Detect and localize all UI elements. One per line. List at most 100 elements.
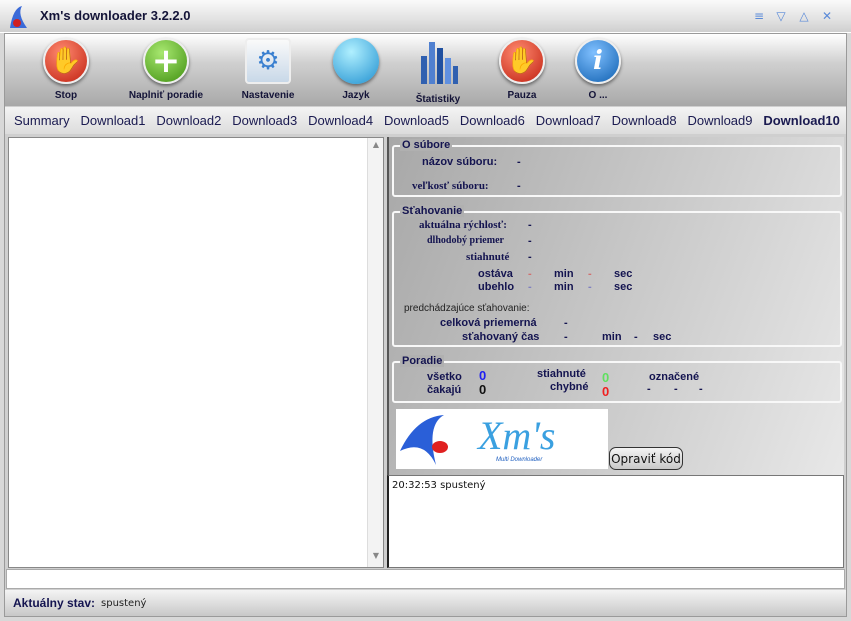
button-label: O ...: [588, 90, 608, 101]
queue-group: Poradie všetko 0 čakajú 0 stiahnuté 0 ch…: [392, 355, 842, 403]
settings-button[interactable]: ⚙ Nastavenie: [223, 38, 313, 104]
log-line: 20:32:53 spustený: [392, 480, 486, 491]
close-button[interactable]: ✕: [820, 9, 834, 23]
average-label: dlhodobý priemer: [427, 235, 504, 246]
minimize-button[interactable]: ▽: [774, 9, 788, 23]
about-button[interactable]: i O ...: [553, 38, 643, 104]
elapsed-min: -: [528, 281, 532, 293]
fill-queue-button[interactable]: + Naplniť poradie: [121, 38, 211, 104]
tab-download4[interactable]: Download4: [308, 113, 373, 128]
waiting-value: 0: [479, 382, 487, 397]
remaining-sec: -: [588, 268, 592, 280]
tab-summary[interactable]: Summary: [14, 113, 70, 128]
tab-download8[interactable]: Download8: [612, 113, 677, 128]
tab-download3[interactable]: Download3: [232, 113, 297, 128]
failed-value: 0: [602, 384, 610, 399]
app-logo-icon: [10, 6, 27, 28]
button-label: Stop: [54, 90, 78, 101]
button-label: Naplniť poradie: [128, 90, 204, 101]
min-label: min: [602, 331, 622, 343]
pause-hand-icon: ✋: [499, 38, 545, 84]
svg-text:Multi Downloader: Multi Downloader: [496, 457, 543, 463]
total-average-label: celková priemerná: [440, 317, 537, 329]
log-output[interactable]: 20:32:53 spustený: [387, 475, 844, 568]
min-label: min: [554, 281, 574, 293]
tab-download1[interactable]: Download1: [80, 113, 145, 128]
maximize-button[interactable]: △: [797, 9, 811, 23]
sec-label: sec: [653, 331, 672, 343]
min-label: min: [554, 268, 574, 280]
marked-value: -: [647, 383, 651, 395]
remaining-label: ostáva: [478, 268, 513, 280]
title-bar: Xm's downloader 3.2.2.0 ≡ ▽ △ ✕: [0, 0, 851, 33]
xms-logo: Xm's Multi Downloader: [396, 409, 608, 469]
previous-download-label: predchádzajúce sťahovanie:: [404, 303, 530, 314]
marked-label: označené: [649, 371, 700, 383]
file-size-label: veľkosť súboru:: [412, 180, 489, 192]
fix-code-button[interactable]: Opraviť kód: [609, 447, 683, 470]
statistics-button[interactable]: Štatistiky: [393, 38, 483, 105]
logo-graphic-icon: Xm's Multi Downloader: [400, 413, 555, 465]
tab-download2[interactable]: Download2: [156, 113, 221, 128]
info-icon: i: [575, 38, 621, 84]
sec-label: sec: [614, 268, 633, 280]
downloaded-count-value: 0: [602, 370, 610, 385]
tab-download5[interactable]: Download5: [384, 113, 449, 128]
button-label: Jazyk: [342, 90, 370, 101]
plus-icon: +: [143, 38, 189, 84]
scroll-up-icon[interactable]: ▲: [368, 140, 384, 154]
download-list[interactable]: ▲ ▼: [8, 137, 384, 568]
settings-gear-icon: ⚙: [245, 38, 291, 84]
file-size-value: -: [517, 180, 521, 192]
tab-bar: Summary Download1 Download2 Download3 Do…: [5, 107, 846, 134]
toolbar: ✋ Stop + Naplniť poradie ⚙ Nastavenie Jazyk…: [5, 34, 846, 106]
all-label: všetko: [427, 371, 462, 383]
downloaded-label: stiahnuté: [466, 251, 510, 263]
sec-label: sec: [614, 281, 633, 293]
speed-value: -: [528, 219, 532, 231]
button-label: Nastavenie: [241, 90, 295, 101]
tab-download10[interactable]: Download10: [763, 113, 840, 128]
language-button[interactable]: Jazyk: [311, 38, 401, 104]
group-title: O súbore: [400, 139, 453, 151]
elapsed-label: ubehlo: [478, 281, 515, 293]
window-title: Xm's downloader 3.2.2.0: [40, 8, 191, 23]
stop-button[interactable]: ✋ Stop: [21, 38, 111, 104]
speech-bubble-icon: [333, 38, 379, 84]
marked-value: -: [674, 383, 678, 395]
download-time-min: -: [564, 331, 568, 343]
bar-chart-icon: [421, 42, 458, 84]
average-value: -: [528, 235, 532, 247]
file-name-label: názov súboru:: [422, 156, 498, 168]
file-group: O súbore názov súboru: - veľkosť súboru:…: [392, 139, 842, 197]
svg-text:Xm's: Xm's: [476, 413, 555, 458]
stop-hand-icon: ✋: [43, 38, 89, 84]
download-group: Sťahovanie aktuálna rýchlosť: - dlhodobý…: [392, 205, 842, 347]
button-label: Štatistiky: [415, 94, 461, 105]
waiting-label: čakajú: [427, 384, 462, 396]
total-average-value: -: [564, 317, 568, 329]
tab-download6[interactable]: Download6: [460, 113, 525, 128]
downloaded-value: -: [528, 251, 532, 263]
status-bar: Aktuálny stav: spustený: [5, 590, 846, 616]
all-value: 0: [479, 368, 487, 383]
failed-label: chybné: [550, 381, 589, 393]
menu-icon[interactable]: ≡: [752, 9, 766, 23]
download-time-label: sťahovaný čas: [462, 331, 540, 343]
marked-value: -: [699, 383, 703, 395]
scroll-down-icon[interactable]: ▼: [368, 551, 384, 565]
status-label: Aktuálny stav:: [13, 596, 96, 610]
vertical-scrollbar[interactable]: ▲ ▼: [367, 138, 383, 567]
elapsed-sec: -: [588, 281, 592, 293]
group-title: Sťahovanie: [400, 205, 465, 217]
tab-download9[interactable]: Download9: [687, 113, 752, 128]
group-title: Poradie: [400, 355, 445, 367]
command-input[interactable]: [6, 569, 845, 589]
speed-label: aktuálna rýchlosť:: [419, 219, 507, 231]
remaining-min: -: [528, 268, 532, 280]
tab-download7[interactable]: Download7: [536, 113, 601, 128]
downloaded-count-label: stiahnuté: [537, 368, 586, 380]
file-name-value: -: [517, 156, 521, 168]
download-time-sec: -: [634, 331, 638, 343]
status-value: spustený: [101, 597, 147, 609]
